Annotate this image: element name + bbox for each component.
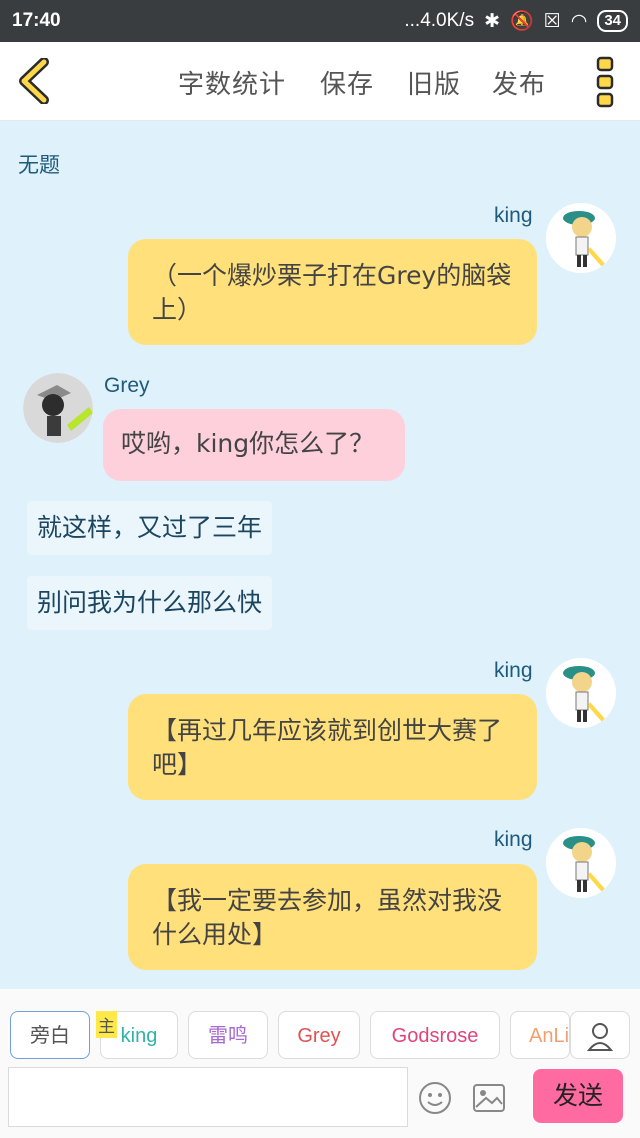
more-menu-icon[interactable]: [596, 56, 614, 108]
status-bar: 17:40 ...4.0K/s ✱ 🔕 ☒ ◠ 34: [0, 0, 640, 42]
status-time: 17:40: [12, 10, 61, 31]
wifi-icon: ◠: [570, 10, 588, 32]
role-chip-grey[interactable]: Grey: [278, 1011, 360, 1059]
narration-line[interactable]: 别问我为什么那么快: [27, 576, 273, 630]
word-count-button[interactable]: 字数统计: [178, 64, 286, 101]
message-input[interactable]: [8, 1067, 408, 1127]
role-chip-leiming[interactable]: 雷鸣: [188, 1011, 268, 1059]
no-sim-icon: ☒: [543, 10, 561, 32]
role-chip-narrator[interactable]: 旁白: [10, 1011, 90, 1059]
old-version-button[interactable]: 旧版: [407, 64, 461, 101]
king-avatar[interactable]: [546, 203, 616, 273]
battery-level: 34: [597, 10, 628, 32]
king-avatar[interactable]: [546, 828, 616, 898]
mute-bell-icon: 🔕: [510, 11, 534, 32]
status-icons: ...4.0K/s ✱ 🔕 ☒ ◠ 34: [404, 9, 628, 33]
role-chip-label: 雷鸣: [208, 1025, 248, 1047]
speaker-name: king: [494, 828, 533, 851]
role-chip-anli[interactable]: AnLi: [510, 1011, 570, 1059]
back-chevron-icon[interactable]: [14, 57, 54, 105]
role-chip-godsrose[interactable]: Godsrose: [370, 1011, 500, 1059]
speaker-name: king: [494, 659, 533, 682]
role-chip-label: Godsrose: [391, 1025, 479, 1047]
image-icon[interactable]: [472, 1083, 506, 1113]
bluetooth-icon: ✱: [484, 10, 500, 32]
add-role-button[interactable]: [570, 1011, 630, 1059]
role-chip-label: Grey: [297, 1025, 341, 1047]
king-avatar[interactable]: [546, 658, 616, 728]
narration-line[interactable]: 就这样，又过了三年: [27, 501, 273, 555]
host-badge: 主: [96, 1011, 117, 1038]
message-bubble[interactable]: （一个爆炒栗子打在Grey的脑袋上）: [128, 239, 537, 345]
speaker-name: king: [494, 204, 533, 227]
role-chip-label: AnLi: [529, 1025, 570, 1047]
role-chip-label: king: [120, 1025, 158, 1047]
speaker-name: Grey: [104, 374, 150, 397]
emoji-icon[interactable]: [418, 1081, 452, 1115]
top-toolbar: 字数统计 保存 旧版 发布: [0, 42, 640, 121]
composer-panel: 旁白 king 主 雷鸣 Grey Godsrose AnLi 发送: [0, 989, 640, 1138]
message-bubble[interactable]: 【我一定要去参加，虽然对我没什么用处】: [128, 864, 537, 970]
message-bubble[interactable]: 【再过几年应该就到创世大赛了吧】: [128, 694, 537, 800]
send-button[interactable]: 发送: [533, 1069, 623, 1123]
user-icon: [586, 1022, 614, 1051]
publish-button[interactable]: 发布: [492, 64, 546, 101]
story-title[interactable]: 无题: [18, 149, 60, 179]
grey-avatar[interactable]: [23, 373, 93, 443]
network-speed: ...4.0K/s: [404, 10, 475, 31]
message-bubble[interactable]: 哎哟，king你怎么了？: [103, 409, 405, 481]
chat-area: 无题 king （一个爆炒栗子打在Grey的脑袋上） Grey 哎哟，king你…: [0, 121, 640, 989]
save-button[interactable]: 保存: [320, 64, 374, 101]
